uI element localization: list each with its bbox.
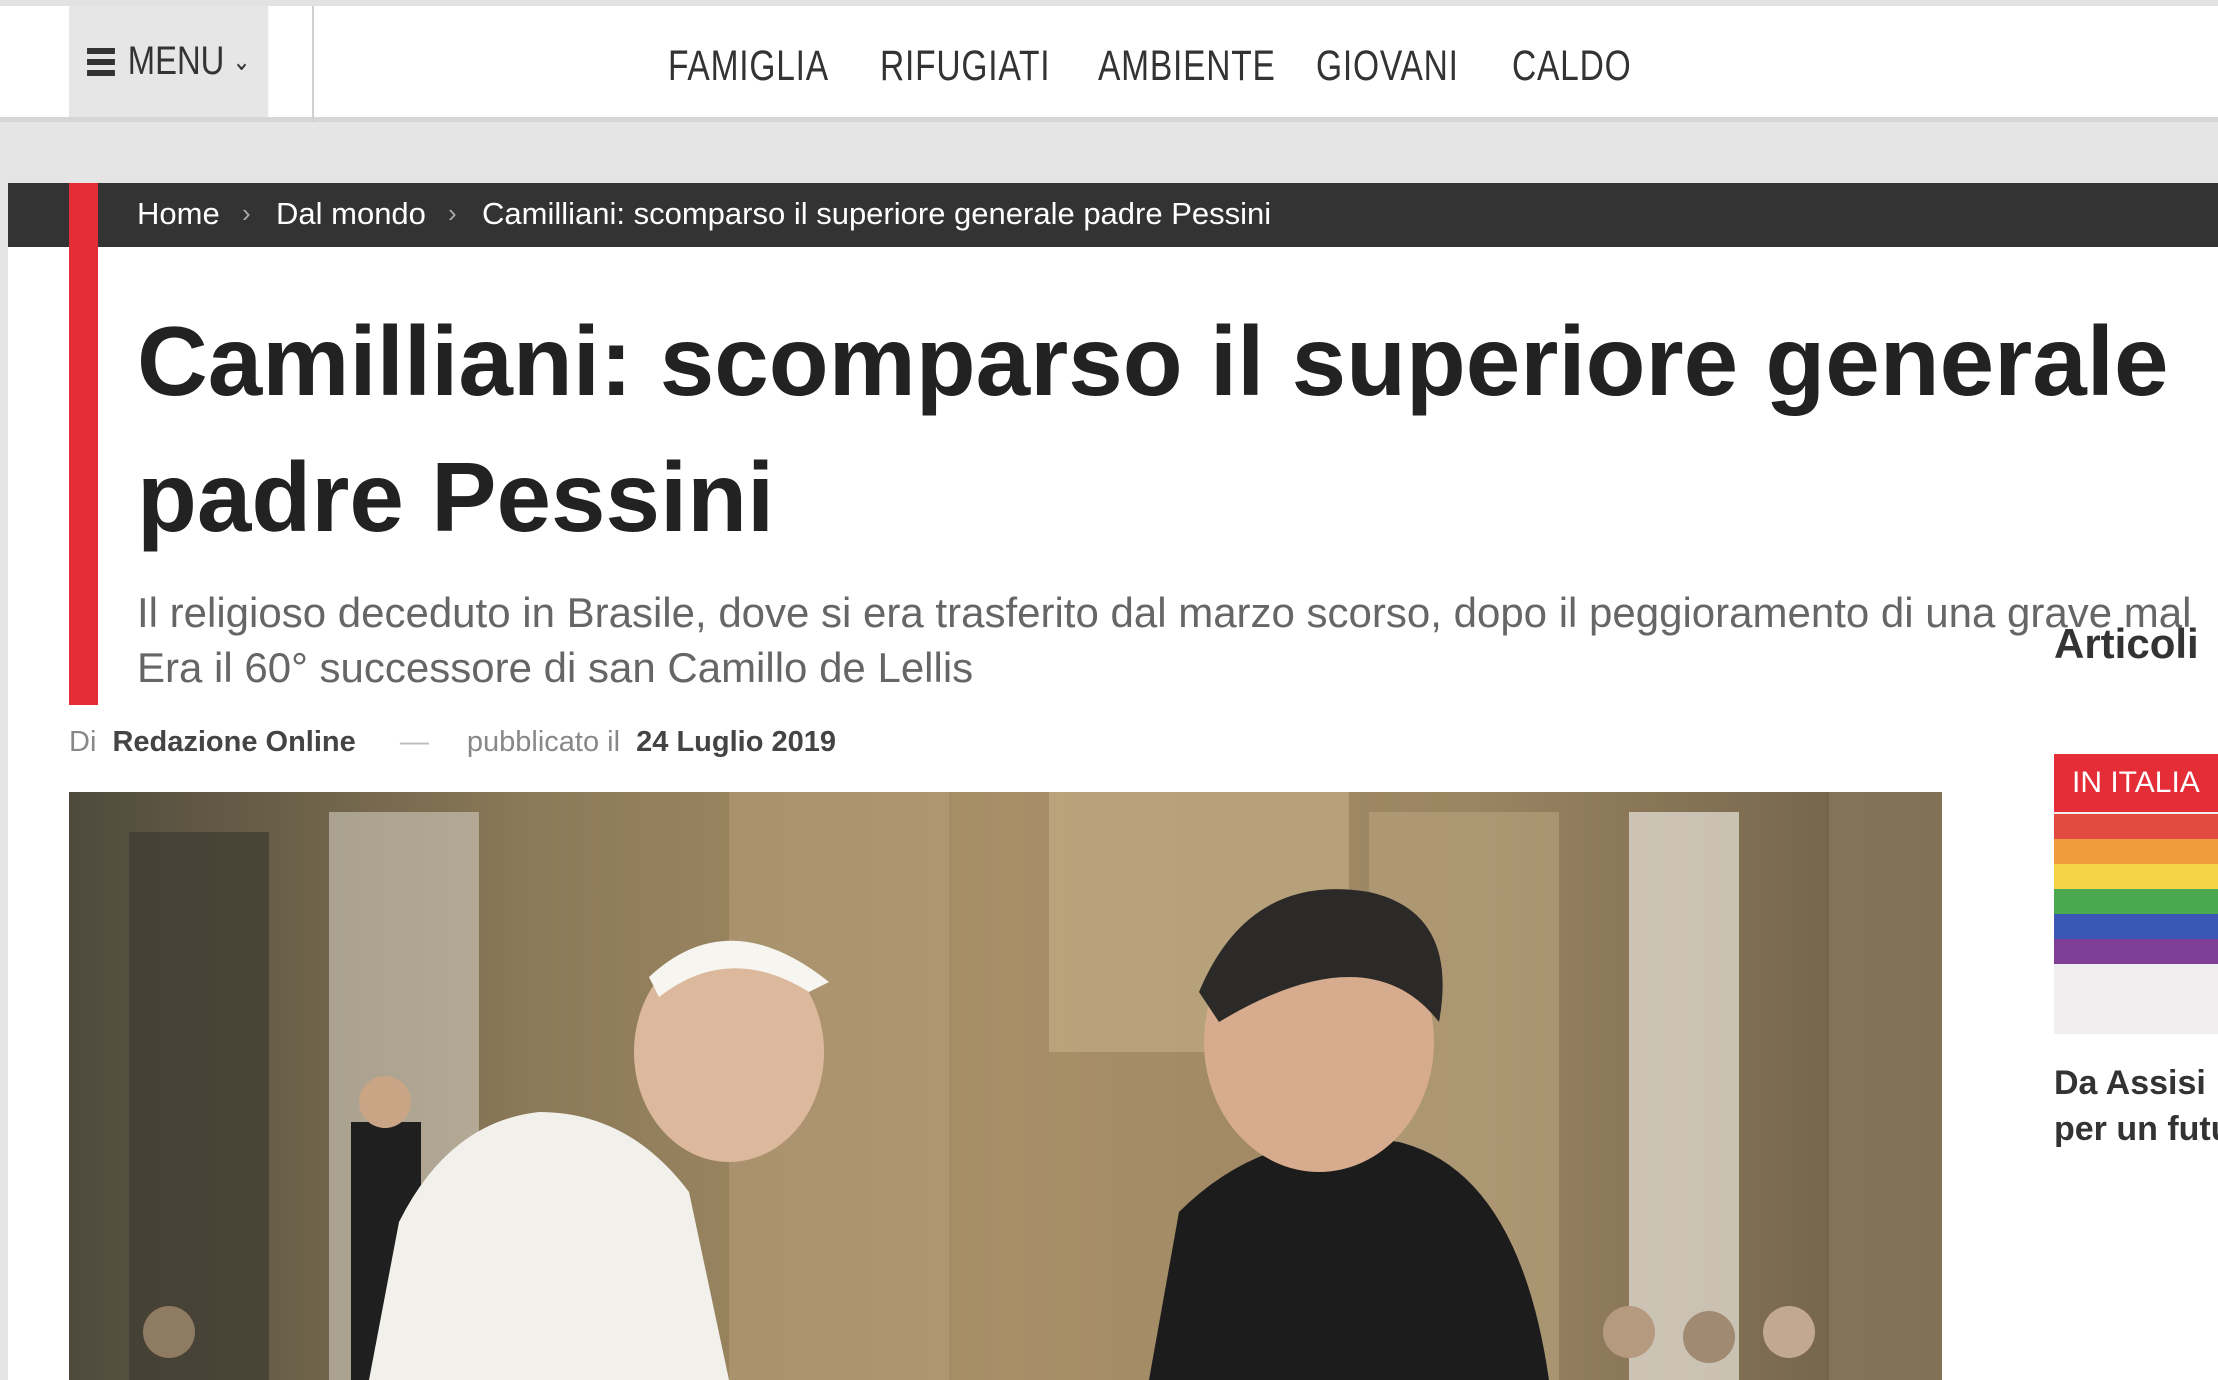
- author-link[interactable]: Redazione Online: [112, 726, 355, 758]
- subtitle-line-1: Il religioso deceduto in Brasile, dove s…: [137, 589, 2192, 636]
- article-container: Home › Dal mondo › Camilliani: scomparso…: [8, 183, 2218, 1380]
- menu-label: MENU: [127, 39, 225, 83]
- hamburger-icon: [86, 47, 115, 76]
- menu-divider: [312, 6, 314, 122]
- chevron-down-icon: ⌄: [232, 46, 251, 76]
- nav-item-rifugiati[interactable]: RIFUGIATI: [880, 42, 1050, 91]
- category-badge[interactable]: IN ITALIA: [2054, 754, 2218, 812]
- chevron-right-icon: ›: [448, 198, 457, 228]
- card-title-line-1: Da Assisi: [2054, 1064, 2206, 1102]
- menu-button[interactable]: MENU ⌄: [69, 6, 269, 117]
- top-navigation: MENU ⌄ FAMIGLIA RIFUGIATI AMBIENTE GIOVA…: [0, 0, 2218, 122]
- subtitle-line-2: Era il 60° successore di san Camillo de …: [137, 644, 974, 691]
- sidebar-title: Articoli: [2054, 620, 2199, 667]
- title-line-1: Camilliani: scomparso il superiore gener…: [137, 306, 2169, 416]
- article-photo: [69, 792, 1942, 1380]
- breadcrumb-section[interactable]: Dal mondo: [276, 196, 426, 232]
- nav-item-giovani[interactable]: GIOVANI: [1316, 42, 1459, 91]
- sidebar-card-title[interactable]: Da Assisi per un futu: [2054, 1060, 2218, 1152]
- breadcrumb-home[interactable]: Home: [137, 196, 220, 232]
- chevron-right-icon: ›: [242, 198, 251, 228]
- nav-item-ambiente[interactable]: AMBIENTE: [1098, 42, 1276, 91]
- nav-item-famiglia[interactable]: FAMIGLIA: [668, 42, 829, 91]
- accent-bar: [69, 183, 98, 705]
- article-subtitle: Il religioso deceduto in Brasile, dove s…: [137, 585, 2218, 695]
- nav-item-caldo[interactable]: CALDO: [1512, 42, 1631, 91]
- article-meta: Di Redazione Online — pubblicato il 24 L…: [69, 726, 836, 759]
- meta-dash: —: [399, 726, 429, 758]
- breadcrumb-current: Camilliani: scomparso il superiore gener…: [482, 196, 1272, 231]
- card-title-line-2: per un futu: [2054, 1110, 2218, 1148]
- photo-illustration: [69, 792, 1942, 1380]
- page-title: Camilliani: scomparso il superiore gener…: [137, 293, 2218, 565]
- published-label: pubblicato il: [466, 726, 621, 758]
- breadcrumb: Home › Dal mondo › Camilliani: scomparso…: [8, 183, 2218, 247]
- title-line-2: padre Pessini: [137, 442, 775, 552]
- publish-date: 24 Luglio 2019: [636, 726, 836, 758]
- by-label: Di: [69, 726, 97, 758]
